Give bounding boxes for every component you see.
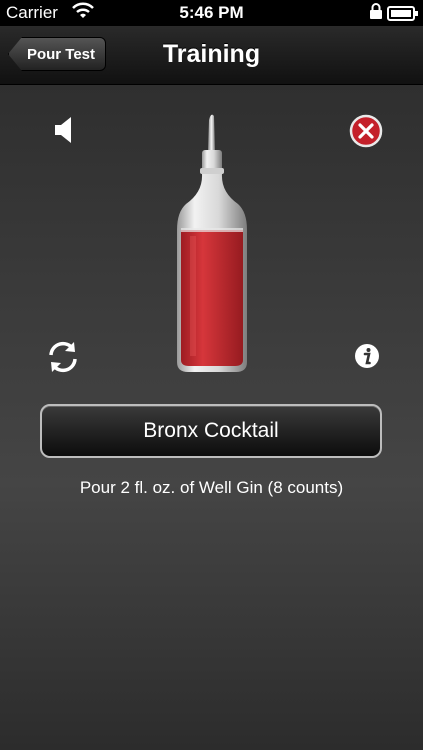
speaker-icon[interactable] [53, 115, 77, 150]
rotation-lock-icon [369, 3, 383, 19]
refresh-icon[interactable] [44, 338, 82, 381]
navigation-bar: Pour Test Training [0, 26, 423, 85]
close-icon[interactable] [349, 114, 383, 153]
clock: 5:46 PM [179, 3, 244, 22]
page-title: Training [162, 40, 261, 68]
status-bar: Carrier 5:46 PM [0, 0, 423, 26]
drink-name-button[interactable]: Bronx Cocktail [40, 404, 382, 458]
info-icon[interactable] [354, 343, 380, 374]
pour-instruction: Pour 2 fl. oz. of Well Gin (8 counts) [79, 478, 344, 497]
battery-icon [387, 6, 418, 21]
bottle-illustration [172, 112, 252, 379]
